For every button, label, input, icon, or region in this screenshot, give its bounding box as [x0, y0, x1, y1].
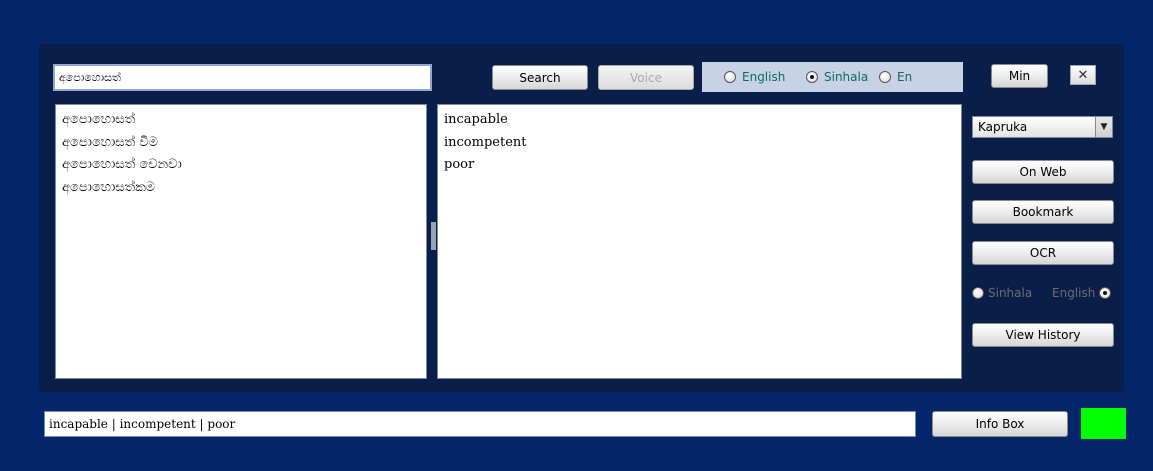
meaning-list-item[interactable]: incompetent [444, 132, 955, 155]
chevron-down-icon[interactable]: ▼ [1095, 117, 1112, 137]
meaning-list-item[interactable]: incapable [444, 109, 955, 132]
view-history-button[interactable]: View History [972, 323, 1114, 347]
radio-sinhala-label: Sinhala [824, 70, 869, 84]
search-input[interactable]: අපොහොසත් [53, 64, 432, 91]
radio-english[interactable]: English [724, 70, 785, 84]
on-web-button[interactable]: On Web [972, 160, 1114, 184]
close-button[interactable]: ✕ [1070, 65, 1096, 85]
meaning-summary-text: incapable | incompetent | poor [49, 417, 236, 431]
ocr-button[interactable]: OCR [972, 241, 1114, 265]
word-list-item[interactable]: අපොහොසත් වෙනවා [62, 154, 420, 177]
status-indicator [1081, 408, 1126, 439]
ocr-radio-english-label: English [1052, 286, 1096, 300]
ocr-radio-english[interactable]: English [1052, 286, 1112, 300]
radio-sinhala[interactable]: Sinhala [806, 70, 868, 84]
radio-en-label: En [897, 70, 913, 84]
search-input-value: අපොහොසත් [59, 70, 121, 84]
word-list-item[interactable]: අපොහොසත් වීම [62, 132, 420, 155]
ocr-radio-sinhala-circle[interactable] [972, 287, 984, 299]
ocr-radio-sinhala[interactable]: Sinhala [972, 286, 1032, 300]
meaning-list[interactable]: incapable incompetent poor [437, 104, 962, 379]
word-list-item[interactable]: අපොහොසත් [62, 109, 420, 132]
ocr-radio-sinhala-label: Sinhala [988, 286, 1033, 300]
meaning-list-item[interactable]: poor [444, 154, 955, 177]
radio-en-circle[interactable] [879, 71, 891, 83]
splitter-handle[interactable] [431, 222, 436, 250]
voice-button[interactable]: Voice [598, 65, 694, 90]
bookmark-button[interactable]: Bookmark [972, 200, 1114, 224]
meaning-summary-field[interactable]: incapable | incompetent | poor [44, 411, 916, 437]
dictionary-select[interactable]: Kapruka ▼ [972, 116, 1113, 138]
min-button[interactable]: Min [991, 64, 1048, 88]
dictionary-select-value: Kapruka [978, 120, 1028, 134]
close-icon: ✕ [1077, 67, 1089, 83]
radio-english-circle[interactable] [724, 71, 736, 83]
radio-sinhala-circle[interactable] [806, 71, 818, 83]
radio-en[interactable]: En [879, 70, 912, 84]
word-list[interactable]: අපොහොසත් අපොහොසත් වීම අපොහොසත් වෙනවා අපොහොස… [55, 104, 427, 379]
word-list-item[interactable]: අපොහොසත්කම [62, 177, 420, 200]
info-box-button[interactable]: Info Box [932, 411, 1068, 437]
search-button[interactable]: Search [492, 65, 588, 90]
language-radio-group: English Sinhala En [702, 62, 963, 92]
radio-english-label: English [742, 70, 786, 84]
ocr-radio-english-circle[interactable] [1099, 287, 1112, 299]
